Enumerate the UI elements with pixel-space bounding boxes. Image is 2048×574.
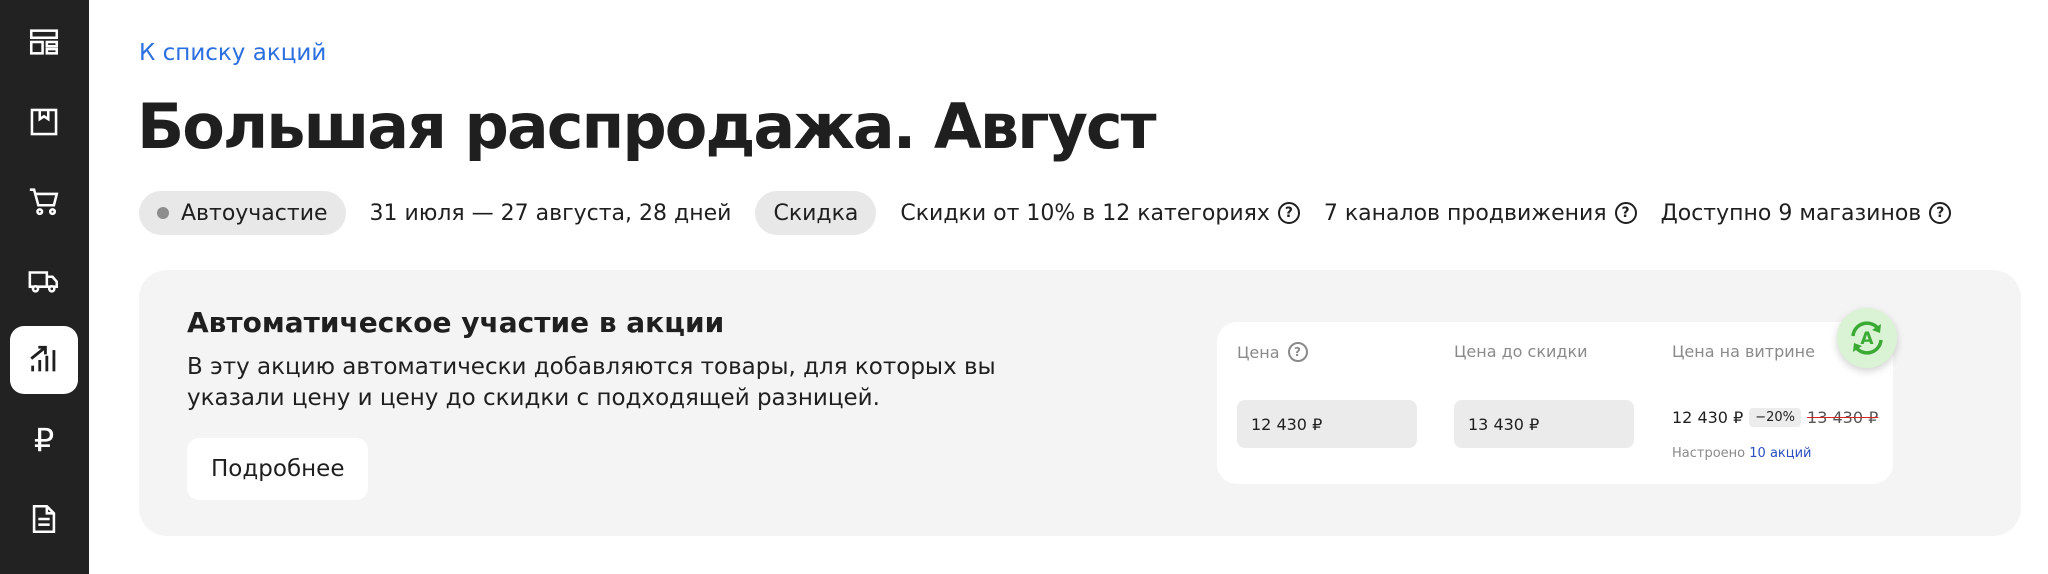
sidebar-item-orders[interactable] <box>10 167 78 235</box>
auto-participation-badge: A <box>1837 308 1897 368</box>
cart-icon <box>29 188 59 216</box>
stores-info-label: Доступно 9 магазинов <box>1660 200 1922 226</box>
price-field[interactable] <box>1237 400 1417 448</box>
sidebar-item-documents[interactable] <box>10 485 78 553</box>
channels-info[interactable]: 7 каналов продвижения ? <box>1324 201 1637 226</box>
sidebar-item-products[interactable] <box>10 88 78 156</box>
auto-refresh-icon: A <box>1851 321 1883 355</box>
auto-badge-letter: A <box>1860 329 1874 349</box>
price-example-widget: Цена ? Цена до скидки Цена на витрине 12… <box>1217 308 1897 484</box>
price-label: Цена ? <box>1237 342 1308 362</box>
promo-dates: 31 июля — 27 августа, 28 дней <box>369 200 732 226</box>
discount-badge: −20% <box>1749 408 1802 427</box>
showcase-price: 12 430 ₽ −20% 13 430 ₽ <box>1672 408 1878 427</box>
sidebar-item-delivery[interactable] <box>10 247 78 315</box>
help-icon[interactable]: ? <box>1287 342 1308 362</box>
configured-promotions-link[interactable]: 10 акций <box>1749 446 1811 461</box>
truck-icon <box>28 271 59 293</box>
status-dot-icon <box>157 207 169 219</box>
app-root: ₽ К списку акций Большая распродажа. Авг… <box>0 0 2048 574</box>
stores-info[interactable]: Доступно 9 магазинов ? <box>1661 201 1952 226</box>
dashboard-icon <box>29 29 59 55</box>
discounts-info-label: Скидки от 10% в 12 категориях <box>900 200 1270 226</box>
sidebar-item-dashboard[interactable] <box>10 8 78 76</box>
price-before-label: Цена до скидки <box>1454 342 1588 361</box>
configured-text: Настроено <box>1672 446 1746 461</box>
back-to-promotions-link[interactable]: К списку акций <box>139 40 326 66</box>
discounts-info[interactable]: Скидки от 10% в 12 категориях ? <box>900 201 1300 226</box>
promo-meta-row: Автоучастие 31 июля — 27 августа, 28 дне… <box>139 191 1952 235</box>
auto-participation-card: Автоматическое участие в акции В эту акц… <box>139 270 2021 536</box>
price-before-field[interactable] <box>1454 400 1634 448</box>
help-icon[interactable]: ? <box>1277 202 1300 224</box>
status-chip-label: Автоучастие <box>181 200 328 226</box>
promo-type-label: Скидка <box>773 200 859 226</box>
promo-type-chip: Скидка <box>755 191 877 235</box>
more-button[interactable]: Подробнее <box>187 438 369 500</box>
configured-info: Настроено 10 акций <box>1672 446 1812 461</box>
analytics-icon <box>30 345 56 372</box>
price-label-text: Цена <box>1237 342 1280 362</box>
page-title: Большая распродажа. Август <box>137 90 1157 163</box>
help-icon[interactable]: ? <box>1929 202 1952 224</box>
card-title: Автоматическое участие в акции <box>187 306 725 339</box>
help-icon[interactable]: ? <box>1614 202 1637 224</box>
showcase-price-label: Цена на витрине <box>1672 342 1815 361</box>
box-icon <box>30 108 58 136</box>
old-price: 13 430 ₽ <box>1807 408 1879 427</box>
sidebar-item-promotions[interactable] <box>10 326 78 394</box>
ruble-icon: ₽ <box>33 421 55 459</box>
card-description: В эту акцию автоматически добавляются то… <box>187 354 996 411</box>
document-icon <box>32 504 56 534</box>
status-chip: Автоучастие <box>139 191 346 235</box>
sidebar-item-finance[interactable]: ₽ <box>10 406 78 474</box>
showcase-price-value: 12 430 ₽ <box>1672 408 1744 427</box>
sidebar: ₽ <box>0 0 89 574</box>
channels-info-label: 7 каналов продвижения <box>1323 200 1607 226</box>
